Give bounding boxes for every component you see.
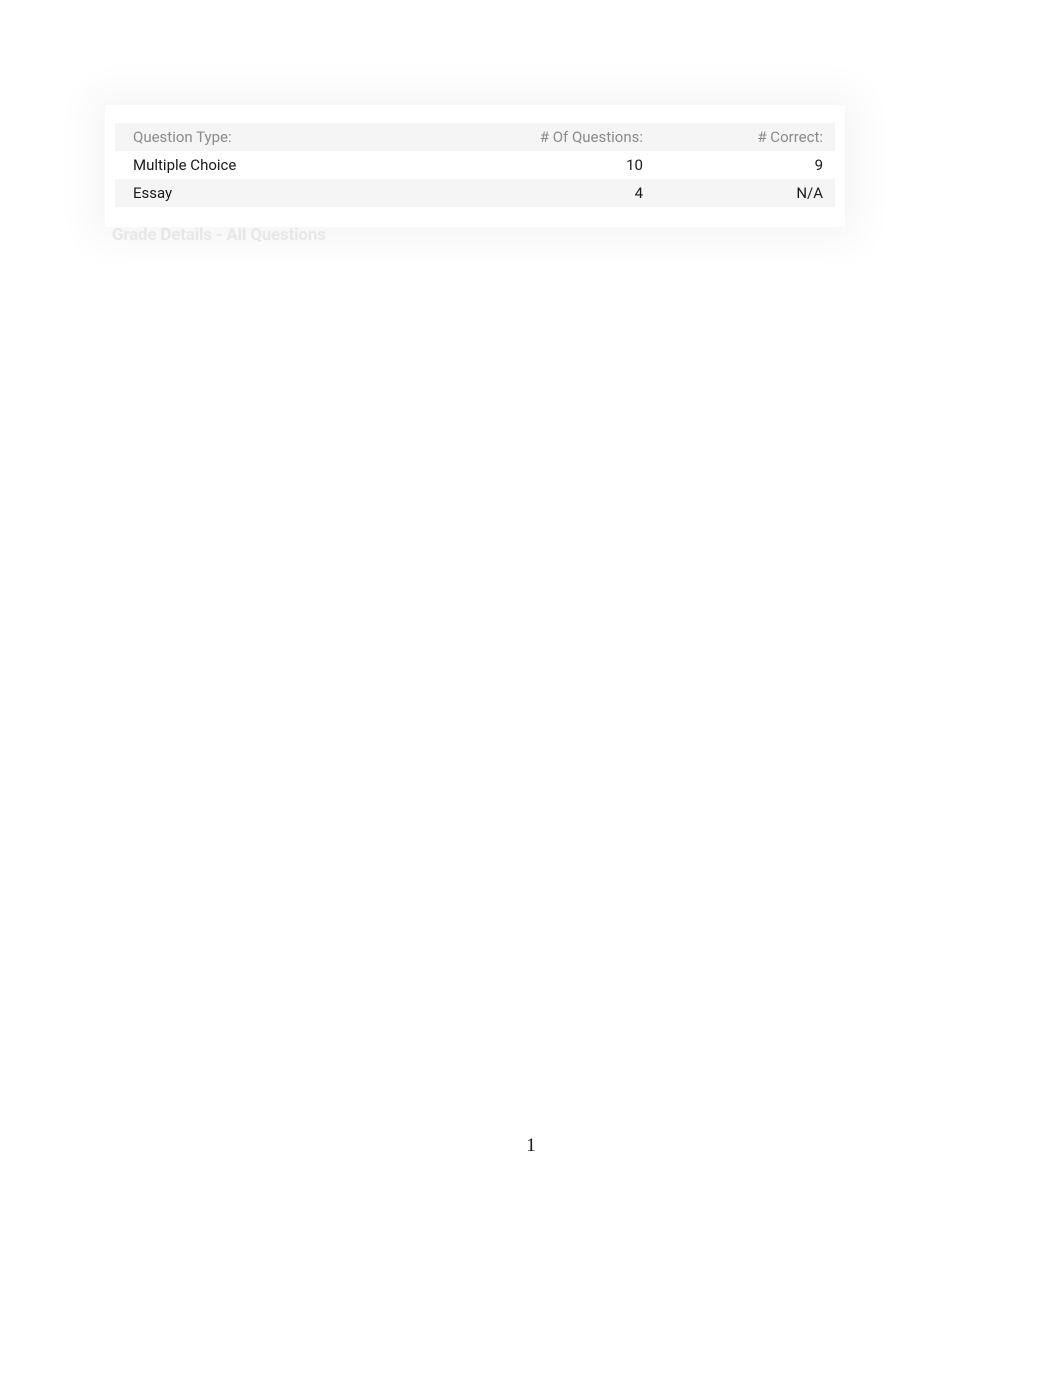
cell-question-type: Essay <box>133 184 473 202</box>
cell-question-type: Multiple Choice <box>133 156 473 174</box>
cell-num-questions: 10 <box>473 156 643 174</box>
question-summary-table: Question Type: # Of Questions: # Correct… <box>115 123 835 207</box>
table-row: Multiple Choice 10 9 <box>115 151 835 179</box>
cell-num-correct: 9 <box>643 156 823 174</box>
grade-details-heading: Grade Details - All Questions <box>112 225 326 245</box>
table-row: Essay 4 N/A <box>115 179 835 207</box>
table-header-row: Question Type: # Of Questions: # Correct… <box>115 123 835 151</box>
header-question-type: Question Type: <box>133 128 473 146</box>
cell-num-questions: 4 <box>473 184 643 202</box>
summary-panel: Question Type: # Of Questions: # Correct… <box>105 105 845 227</box>
header-num-questions: # Of Questions: <box>473 128 643 146</box>
cell-num-correct: N/A <box>643 184 823 202</box>
page-number: 1 <box>0 1135 1062 1157</box>
header-num-correct: # Correct: <box>643 128 823 146</box>
